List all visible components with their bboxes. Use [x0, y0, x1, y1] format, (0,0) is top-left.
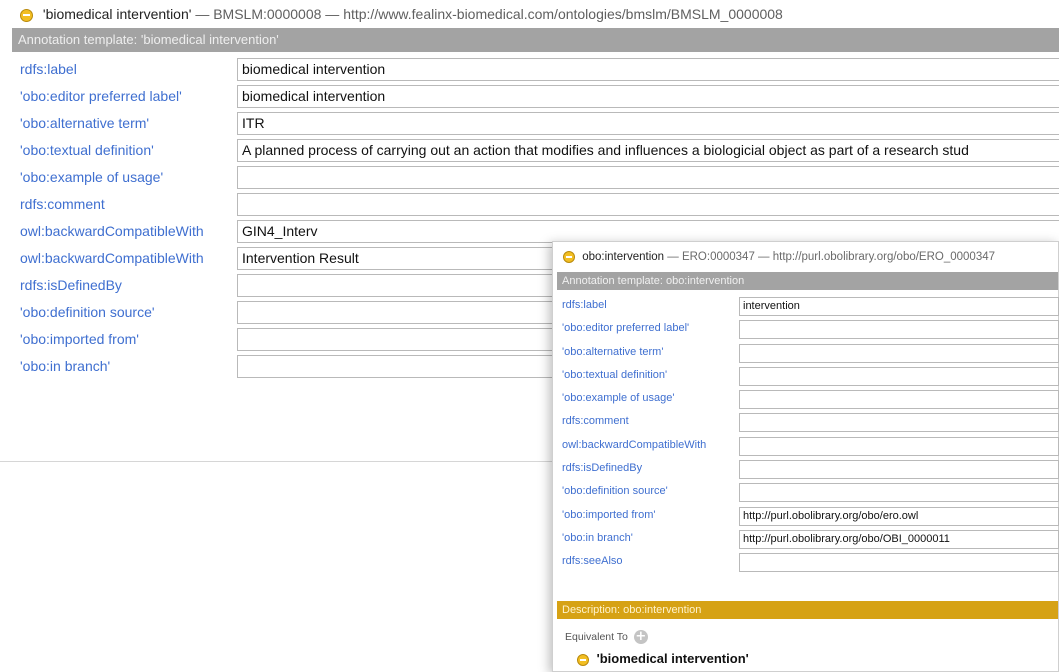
property-label[interactable]: 'obo:alternative term' [20, 115, 149, 131]
annotation-row: 'obo:imported from' http://purl.obolibra… [557, 505, 1059, 528]
annotation-row: 'obo:editor preferred label' [557, 318, 1059, 341]
equivalent-to-label: Equivalent To [565, 631, 628, 643]
property-value-field[interactable] [739, 390, 1059, 410]
annotation-row: rdfs:comment [12, 191, 1059, 218]
property-value-field[interactable] [237, 166, 1059, 189]
property-label[interactable]: 'obo:example of usage' [562, 392, 674, 404]
property-label[interactable]: 'obo:example of usage' [20, 169, 163, 185]
property-value-field[interactable] [739, 553, 1059, 573]
entity-name: 'biomedical intervention' [42, 6, 192, 22]
property-label[interactable]: rdfs:label [20, 61, 77, 77]
property-value-field[interactable] [739, 436, 1059, 456]
property-value-field[interactable]: biomedical intervention [237, 85, 1059, 108]
property-value-field[interactable] [739, 413, 1059, 433]
equivalent-to-section: Equivalent To + [565, 629, 648, 645]
property-label[interactable]: 'obo:editor preferred label' [20, 88, 182, 104]
property-label[interactable]: rdfs:isDefinedBy [562, 462, 642, 474]
entity-iri: http://www.fealinx-biomedical.com/ontolo… [343, 6, 783, 22]
property-value-field[interactable]: A planned process of carrying out an act… [237, 139, 1059, 162]
description-header: Description: obo:intervention [557, 601, 1058, 619]
property-value-field[interactable] [739, 320, 1059, 340]
property-label[interactable]: rdfs:isDefinedBy [20, 277, 122, 293]
annotation-row: rdfs:comment [557, 411, 1059, 434]
annotation-row: 'obo:editor preferred label' biomedical … [12, 83, 1059, 110]
property-label[interactable]: 'obo:alternative term' [562, 346, 663, 358]
entity-iri: http://purl.obolibrary.org/obo/ERO_00003… [772, 251, 996, 263]
property-value-field[interactable]: GIN4_Interv [237, 220, 1059, 243]
annotation-template-header: Annotation template: 'biomedical interve… [12, 28, 1059, 52]
property-label[interactable]: 'obo:imported from' [562, 509, 655, 521]
title-separator: — [195, 6, 210, 22]
property-value-field[interactable]: biomedical intervention [237, 58, 1059, 81]
property-label[interactable]: 'obo:in branch' [562, 532, 633, 544]
annotation-row: rdfs:label intervention [557, 295, 1059, 318]
annotation-row: 'obo:alternative term' [557, 342, 1059, 365]
property-label[interactable]: 'obo:textual definition' [562, 369, 667, 381]
entity-name: obo:intervention [582, 251, 665, 263]
property-label[interactable]: 'obo:editor preferred label' [562, 322, 689, 334]
property-label[interactable]: 'obo:definition source' [562, 485, 668, 497]
property-label[interactable]: 'obo:in branch' [20, 358, 110, 374]
property-label[interactable]: rdfs:seeAlso [562, 555, 623, 567]
entity-id: ERO:0000347 [681, 251, 755, 263]
property-label[interactable]: 'obo:definition source' [20, 304, 155, 320]
property-value-field[interactable] [739, 366, 1059, 386]
property-label[interactable]: rdfs:comment [562, 415, 629, 427]
annotation-row: 'obo:in branch' http://purl.obolibrary.o… [557, 528, 1059, 551]
title-separator: — [325, 6, 340, 22]
class-circle-icon [20, 8, 33, 22]
property-value-field[interactable]: intervention [739, 297, 1059, 316]
property-value-field[interactable]: http://purl.obolibrary.org/obo/OBI_00000… [739, 529, 1059, 549]
property-label[interactable]: owl:backwardCompatibleWith [20, 250, 204, 266]
annotation-row: 'obo:alternative term' ITR [12, 110, 1059, 137]
annotation-row: 'obo:definition source' [557, 481, 1059, 504]
entity-id: BMSLM:0000008 [213, 6, 322, 22]
property-label[interactable]: 'obo:textual definition' [20, 142, 154, 158]
property-value-field[interactable] [739, 483, 1059, 503]
entity-title-bar: obo:intervention — ERO:0000347 — http://… [553, 242, 1058, 272]
entity-title-bar: 'biomedical intervention' — BMSLM:000000… [0, 0, 1059, 28]
annotation-row: rdfs:isDefinedBy [557, 458, 1059, 481]
property-label[interactable]: owl:backwardCompatibleWith [20, 223, 204, 239]
title-separator: — [667, 251, 679, 263]
annotation-template-header: Annotation template: obo:intervention [557, 272, 1058, 290]
property-value-field[interactable]: http://purl.obolibrary.org/obo/ero.owl [739, 506, 1059, 526]
property-label[interactable]: rdfs:comment [20, 196, 105, 212]
property-value-field[interactable] [237, 193, 1059, 216]
annotation-row: 'obo:textual definition' [557, 365, 1059, 388]
add-plus-icon[interactable]: + [633, 630, 648, 645]
property-label[interactable]: rdfs:label [562, 299, 607, 311]
overlay-annotation-panel: obo:intervention — ERO:0000347 — http://… [552, 241, 1059, 672]
annotation-row: 'obo:example of usage' [12, 164, 1059, 191]
annotation-rows: rdfs:label intervention 'obo:editor pref… [557, 295, 1059, 575]
annotation-row: 'obo:example of usage' [557, 388, 1059, 411]
equivalent-class-name: 'biomedical intervention' [596, 651, 749, 666]
title-separator: — [758, 251, 770, 263]
class-circle-icon [577, 653, 589, 666]
property-value-field[interactable]: ITR [237, 112, 1059, 135]
property-value-field[interactable] [739, 343, 1059, 363]
class-circle-icon [563, 250, 575, 263]
annotation-row: rdfs:label biomedical intervention [12, 56, 1059, 83]
annotation-row: 'obo:textual definition' A planned proce… [12, 137, 1059, 164]
annotation-row: owl:backwardCompatibleWith [557, 435, 1059, 458]
annotation-row: rdfs:seeAlso [557, 551, 1059, 574]
equivalent-class-item[interactable]: 'biomedical intervention' [577, 651, 749, 666]
property-label[interactable]: owl:backwardCompatibleWith [562, 439, 706, 451]
property-value-field[interactable] [739, 460, 1059, 480]
property-label[interactable]: 'obo:imported from' [20, 331, 139, 347]
